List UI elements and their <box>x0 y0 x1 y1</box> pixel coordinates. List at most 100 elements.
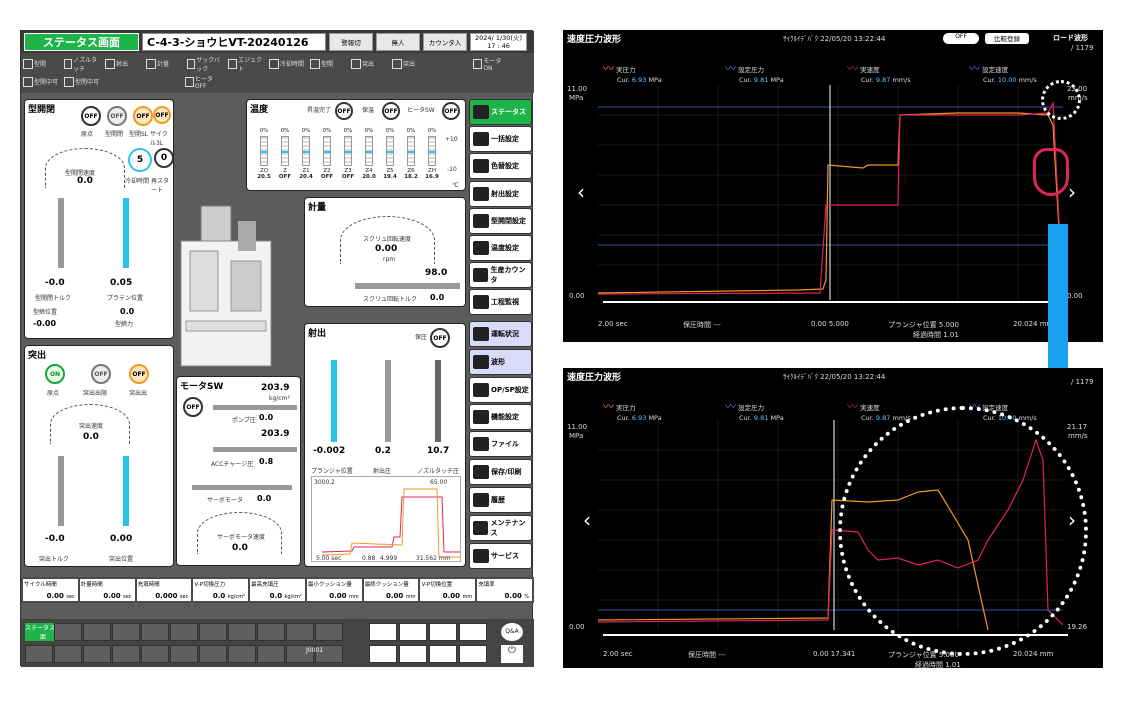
bottom-cell[interactable] <box>228 623 256 641</box>
side-btn-11[interactable]: 機能設定 <box>469 404 532 430</box>
usb-icon[interactable] <box>459 623 487 641</box>
side-btn-7[interactable]: 工程監視 <box>469 289 532 315</box>
tool-suckback[interactable]: サックバック <box>187 55 224 73</box>
mold-opensl-button[interactable]: OFF <box>133 106 153 126</box>
bottom-cell[interactable] <box>315 623 343 641</box>
eject-out-button[interactable]: OFF <box>129 364 149 384</box>
keepwarm-button[interactable]: OFF <box>382 102 400 120</box>
tool-inject[interactable]: 射出 <box>105 55 142 72</box>
legend-item-0[interactable]: 〰 実圧力 Cur. 6.93 MPa <box>603 60 662 84</box>
tool-eject2[interactable]: 突出 <box>351 55 388 72</box>
doc-icon[interactable] <box>399 623 427 641</box>
top-yr-bot: 0.00 <box>1067 292 1083 300</box>
bottom-cell[interactable] <box>112 645 140 663</box>
qa-button[interactable]: Q&A <box>501 623 523 641</box>
tool-motor-on[interactable]: モータ ON <box>473 55 510 72</box>
bottom-cell[interactable] <box>199 623 227 641</box>
side-btn-1[interactable]: 一括設定 <box>469 126 532 152</box>
status-2: 充填時間 0.000 sec <box>136 579 192 601</box>
legend-item-2[interactable]: 〰 実速度 Cur. 9.87 mm/s <box>847 398 911 422</box>
side-btn-10[interactable]: OP/SP設定 <box>469 377 532 403</box>
stop-icon[interactable] <box>429 645 457 663</box>
side-btn-label: メンテナンス <box>490 519 526 537</box>
top-prev-arrow[interactable]: ‹ <box>577 180 585 204</box>
top-compare-button[interactable]: 比較登録 <box>985 33 1029 44</box>
bottom-cell[interactable] <box>199 645 227 663</box>
side-btn-6[interactable]: 生産カウンタ <box>469 262 532 288</box>
mold-openclose-button[interactable]: OFF <box>107 106 127 126</box>
hold-button[interactable]: OFF <box>430 328 450 348</box>
legend-item-1[interactable]: 〰 設定圧力 Cur. 9.81 MPa <box>725 60 784 84</box>
bottom-cell[interactable] <box>228 645 256 663</box>
eject-panel: 突出 ON OFF OFF 原点 突出出限 突出出 突出速度 0.0 -0.0 … <box>24 345 174 567</box>
legend-item-1[interactable]: 〰 設定圧力 Cur. 9.81 MPa <box>725 398 784 422</box>
motor-sw-button[interactable]: OFF <box>183 397 203 417</box>
tool-mold-close-ok[interactable]: 型閉中可 <box>64 73 101 90</box>
side-btn-8[interactable]: 運転状況 <box>469 321 532 347</box>
bottom-cell[interactable] <box>170 645 198 663</box>
bottom-cell[interactable] <box>286 623 314 641</box>
mold-speed-value: 0.0 <box>77 176 93 186</box>
bottom-cell[interactable] <box>257 623 285 641</box>
legend-item-0[interactable]: 〰 実圧力 Cur. 6.93 MPa <box>603 398 662 422</box>
legend-item-2[interactable]: 〰 実速度 Cur. 9.87 mm/s <box>847 60 911 84</box>
bottom-cell[interactable] <box>54 623 82 641</box>
bottom-cell[interactable] <box>141 623 169 641</box>
camera-icon[interactable] <box>369 645 397 663</box>
side-btn-2[interactable]: 色替設定 <box>469 153 532 179</box>
bottom-cell[interactable] <box>25 645 53 663</box>
heatup-button[interactable]: OFF <box>335 102 353 120</box>
cycle-button[interactable]: OFF <box>153 106 171 124</box>
bottom-cell[interactable] <box>170 623 198 641</box>
lock-icon[interactable] <box>369 623 397 641</box>
cooling-icon <box>269 58 279 69</box>
power-icon[interactable]: ⏻ <box>501 645 523 663</box>
top-off-toggle[interactable]: OFF <box>943 33 979 44</box>
pump-unit: kg/cm² <box>269 395 290 402</box>
eject-origin-button[interactable]: ON <box>45 364 65 384</box>
tool-mold-open-ok[interactable]: 型開中可 <box>23 73 60 90</box>
mold-origin-off-button[interactable]: OFF <box>81 106 101 126</box>
side-btn-13[interactable]: 保存/印刷 <box>469 459 532 485</box>
tool-nozzle[interactable]: ノズルタッチ <box>64 55 101 73</box>
bottom-prev-arrow[interactable]: ‹ <box>583 508 591 532</box>
tool-heater-off[interactable]: ヒータ OFF <box>185 73 222 90</box>
side-btn-14[interactable]: 履歴 <box>469 487 532 513</box>
help-icon[interactable] <box>459 645 487 663</box>
side-btn-9[interactable]: 波形 <box>469 349 532 375</box>
side-btn-5[interactable]: 温度設定 <box>469 235 532 261</box>
eject-limit-button[interactable]: OFF <box>91 364 111 384</box>
tool-eject3[interactable]: 突出 <box>392 55 429 72</box>
status-label: 最小クッション量 <box>307 582 352 588</box>
side-btn-15[interactable]: メンテナンス <box>469 515 532 541</box>
top-next-arrow[interactable]: › <box>1068 180 1076 204</box>
side-btn-3[interactable]: 射出設定 <box>469 181 532 207</box>
tool-mold-open[interactable]: 型開 <box>23 55 60 72</box>
tool-cooling[interactable]: 冷却時間 <box>269 55 306 72</box>
unmanned-button[interactable]: 無人 <box>376 33 420 51</box>
cooling-label: 冷却時間 <box>125 178 150 185</box>
tool-meter[interactable]: 計量 <box>146 55 183 72</box>
side-btn-12[interactable]: ファイル <box>469 431 532 457</box>
tool-mold-open2[interactable]: 型開 <box>310 55 347 72</box>
side-btn-0[interactable]: ステータス <box>469 99 532 125</box>
search-icon[interactable] <box>399 645 427 663</box>
side-btn-16[interactable]: サービス <box>469 543 532 569</box>
side-btn-icon <box>473 295 489 309</box>
highlight-circle-bottom <box>838 406 1088 656</box>
bottom-cell[interactable] <box>112 623 140 641</box>
bottom-cell[interactable] <box>83 623 111 641</box>
side-btn-4[interactable]: 型開閉設定 <box>469 208 532 234</box>
bottom-cell[interactable] <box>54 645 82 663</box>
clamp-force-value: 0.0 <box>120 307 135 316</box>
tool-eject[interactable]: エジェクト <box>228 55 265 73</box>
counter-button[interactable]: カウンタ入 <box>423 33 467 51</box>
legend-item-3[interactable]: 〰 設定速度 Cur. 10.00 mm/s <box>969 60 1037 84</box>
alarm-off-button[interactable]: 警報切 <box>329 33 373 51</box>
bottom-cell[interactable] <box>83 645 111 663</box>
top-slider-track[interactable] <box>603 301 1068 303</box>
grid-icon[interactable] <box>429 623 457 641</box>
bottom-cell[interactable] <box>141 645 169 663</box>
bottom-cell[interactable] <box>257 645 285 663</box>
heatersw-button[interactable]: OFF <box>442 102 460 120</box>
